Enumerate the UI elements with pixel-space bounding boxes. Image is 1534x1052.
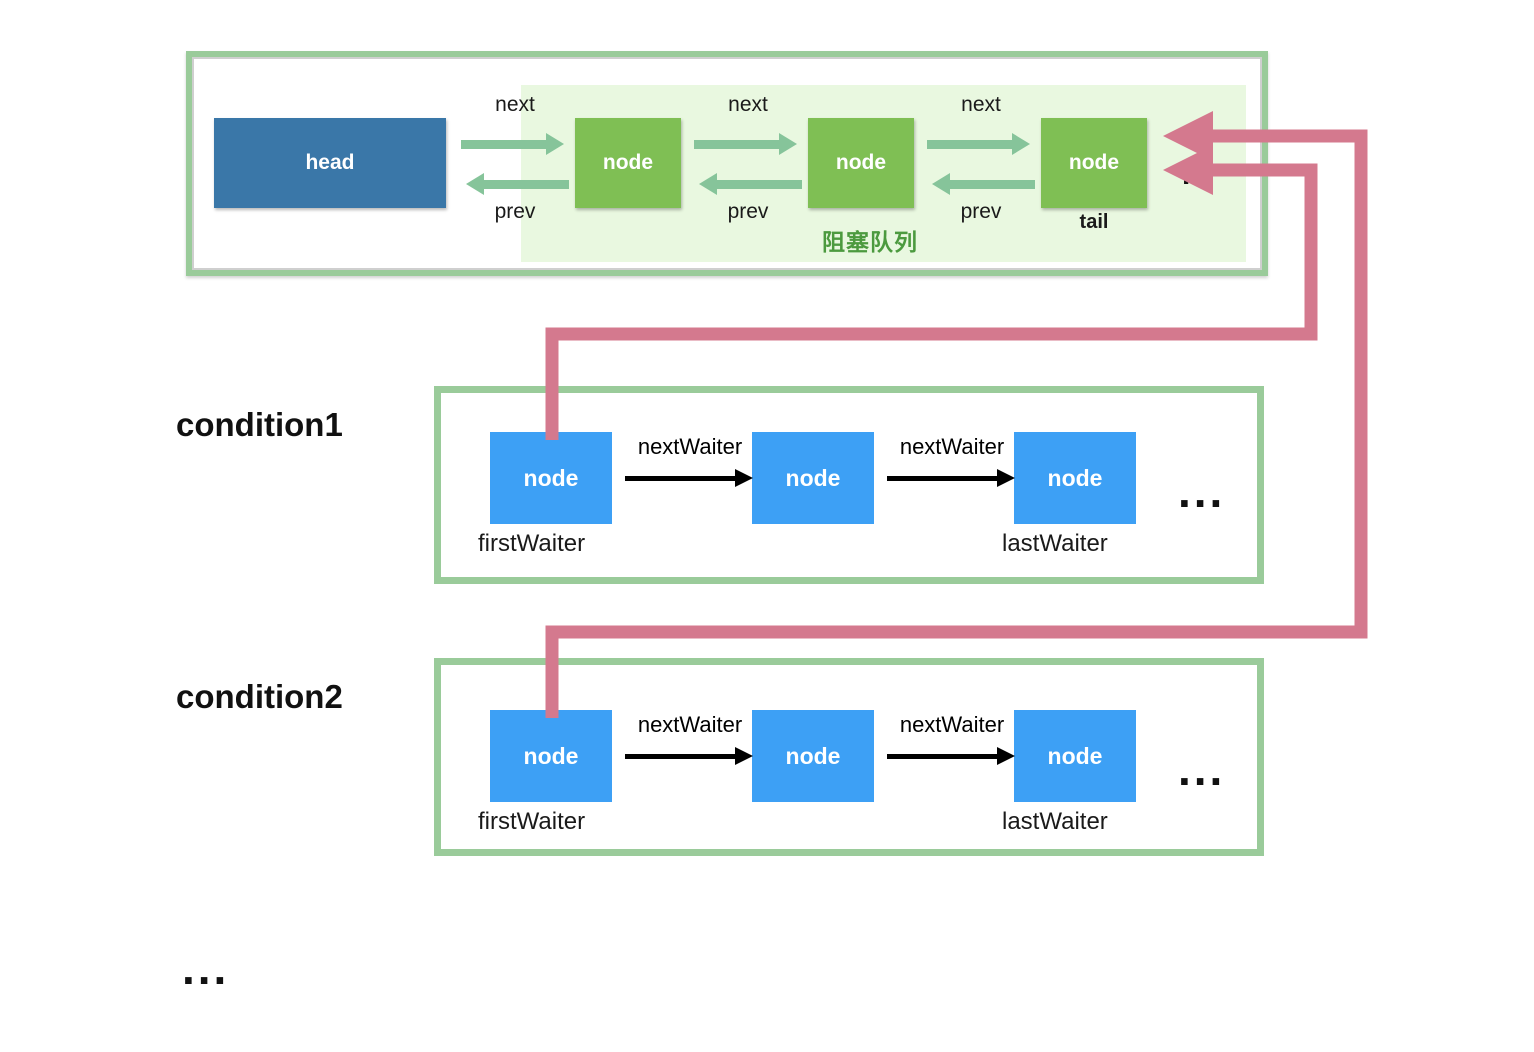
condition1-title: condition1 — [176, 406, 343, 443]
condition1-middle-waiter-node: node — [752, 432, 874, 524]
condition1-next-waiter-link-1: nextWaiter — [625, 434, 755, 502]
next-waiter-arrow-icon — [887, 469, 1015, 487]
queue-node-1: node — [575, 118, 681, 208]
next-label: next — [961, 93, 1001, 116]
next-waiter-label: nextWaiter — [637, 712, 743, 737]
condition2-ellipsis: ... — [1178, 743, 1226, 795]
next-waiter-label: nextWaiter — [637, 434, 743, 459]
next-waiter-arrow-icon — [625, 469, 753, 487]
condition2-first-waiter-node: node — [490, 710, 612, 802]
next-waiter-label: nextWaiter — [899, 712, 1005, 737]
next-arrow-icon — [927, 133, 1030, 155]
queue-node-tail: node — [1041, 118, 1147, 208]
prev-label: prev — [727, 200, 769, 223]
condition1-last-waiter-label: lastWaiter — [1002, 530, 1108, 557]
prev-label: prev — [494, 200, 536, 223]
sync-queue-ellipsis: ... — [1182, 158, 1214, 191]
condition2-title: condition2 — [176, 678, 343, 715]
condition1-last-waiter-node: node — [1014, 432, 1136, 524]
next-label: next — [728, 93, 768, 116]
queue-node-2: node — [808, 118, 914, 208]
link-arrows-head-to-node1: next prev — [457, 93, 573, 223]
condition2-last-waiter-label: lastWaiter — [1002, 808, 1108, 835]
condition2-last-waiter-node: node — [1014, 710, 1136, 802]
link-arrows-node1-to-node2: next prev — [690, 93, 806, 223]
prev-arrow-icon — [932, 173, 1035, 195]
more-conditions-ellipsis: ... — [182, 942, 230, 994]
diagram-canvas: 阻塞队列 head next prev next prev next prev … — [0, 0, 1534, 1052]
condition1-next-waiter-link-2: nextWaiter — [887, 434, 1017, 502]
next-waiter-label: nextWaiter — [899, 434, 1005, 459]
prev-arrow-icon — [466, 173, 569, 195]
condition1-first-waiter-label: firstWaiter — [478, 530, 586, 557]
condition2-next-waiter-link-1: nextWaiter — [625, 712, 755, 780]
next-arrow-icon — [461, 133, 564, 155]
condition2-first-waiter-label: firstWaiter — [478, 808, 586, 835]
prev-label: prev — [960, 200, 1002, 223]
next-label: next — [495, 93, 535, 116]
condition1-first-waiter-node: node — [490, 432, 612, 524]
condition2-next-waiter-link-2: nextWaiter — [887, 712, 1017, 780]
blocking-queue-label: 阻塞队列 — [822, 230, 918, 256]
prev-arrow-icon — [699, 173, 802, 195]
next-waiter-arrow-icon — [625, 747, 753, 765]
next-arrow-icon — [694, 133, 797, 155]
condition2-middle-waiter-node: node — [752, 710, 874, 802]
condition1-ellipsis: ... — [1178, 465, 1226, 517]
next-waiter-arrow-icon — [887, 747, 1015, 765]
link-arrows-node2-to-tail: next prev — [923, 93, 1039, 223]
tail-label: tail — [1079, 211, 1109, 233]
head-box: head — [214, 118, 446, 208]
